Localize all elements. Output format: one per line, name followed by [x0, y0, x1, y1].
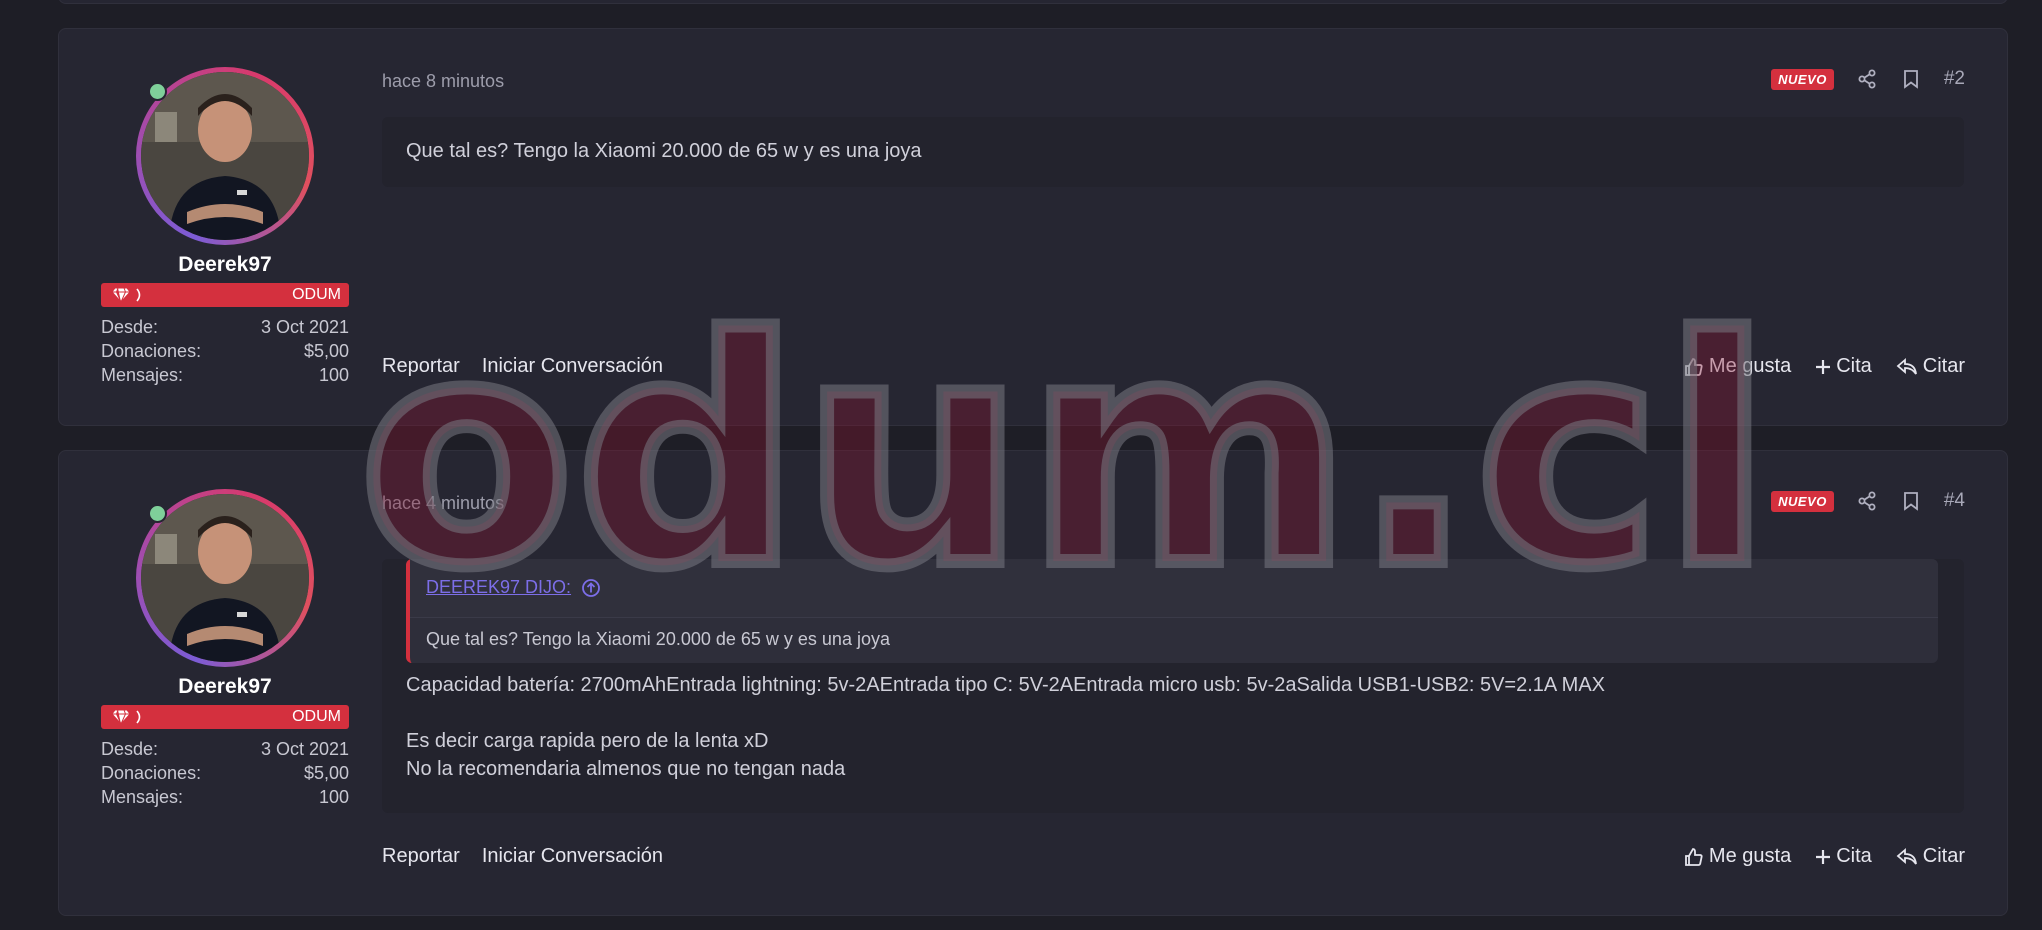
- stat-label: Mensajes:: [101, 787, 184, 807]
- stat-value: 3 Oct 2021: [260, 317, 349, 337]
- post-timestamp[interactable]: hace 8 minutos: [382, 71, 504, 92]
- quote-header: DEEREK97 DIJO:: [410, 559, 1938, 618]
- start-conversation-link[interactable]: Iniciar Conversación: [482, 845, 663, 868]
- share-icon[interactable]: [1856, 490, 1878, 512]
- user-stats: Desde: 3 Oct 2021 Donaciones: $5,00 Mens…: [101, 315, 349, 387]
- diamond-icon: [101, 283, 153, 307]
- quote-text: Que tal es? Tengo la Xiaomi 20.000 de 65…: [426, 629, 890, 649]
- like-button[interactable]: Me gusta: [1684, 845, 1791, 868]
- start-conversation-link[interactable]: Iniciar Conversación: [482, 355, 663, 378]
- forum-post: Deerek97 ODUM Desde: 3 Oct 2021 Donacion…: [58, 450, 2008, 916]
- post-actions-right: Me gusta Cita Citar: [1684, 845, 1965, 868]
- share-icon[interactable]: [1856, 68, 1878, 90]
- quote-button[interactable]: Citar: [1896, 355, 1965, 378]
- plus-icon: [1816, 359, 1831, 374]
- stat-label: Desde:: [101, 317, 159, 337]
- user-stats: Desde: 3 Oct 2021 Donaciones: $5,00 Mens…: [101, 737, 349, 809]
- report-link[interactable]: Reportar: [382, 845, 460, 868]
- bookmark-icon[interactable]: [1900, 490, 1922, 512]
- quote-button[interactable]: Citar: [1896, 845, 1965, 868]
- forum-post: Deerek97 ODUM Desde: 3 Oct 2021 Donacion…: [58, 28, 2008, 426]
- avatar-photo: [141, 494, 309, 662]
- stat-row: Mensajes: 100: [101, 785, 349, 809]
- post-text: Que tal es? Tengo la Xiaomi 20.000 de 65…: [406, 140, 922, 162]
- post-text-line: No la recomendaria almenos que no tengan…: [406, 758, 846, 780]
- quote-author-label: DEEREK97 DIJO:: [426, 577, 572, 597]
- diamond-icon: [101, 705, 153, 729]
- quote-author-link[interactable]: DEEREK97 DIJO:: [426, 577, 601, 598]
- username[interactable]: Deerek97: [101, 675, 349, 699]
- quote-label: Citar: [1922, 845, 1965, 867]
- reply-icon: [1896, 357, 1917, 375]
- like-label: Me gusta: [1708, 845, 1792, 867]
- previous-post-edge: [58, 0, 2008, 4]
- quote-block: DEEREK97 DIJO: Que tal es? Tengo la Xiao…: [406, 559, 1938, 663]
- post-text-line: Es decir carga rapida pero de la lenta x…: [406, 730, 769, 752]
- stat-value: 100: [318, 365, 349, 385]
- report-link[interactable]: Reportar: [382, 355, 460, 378]
- stat-label: Desde:: [101, 739, 159, 759]
- new-badge: NUEVO: [1771, 490, 1834, 512]
- plus-icon: [1816, 849, 1831, 864]
- post-timestamp[interactable]: hace 4 minutos: [382, 493, 504, 514]
- user-rank-label: ODUM: [292, 286, 341, 303]
- post-actions-right: Me gusta Cita Citar: [1684, 355, 1965, 378]
- stat-value: $5,00: [303, 341, 349, 361]
- stat-row: Desde: 3 Oct 2021: [101, 737, 349, 761]
- post-body: DEEREK97 DIJO: Que tal es? Tengo la Xiao…: [382, 559, 1964, 813]
- online-status-indicator: [148, 504, 167, 523]
- avatar-photo: [141, 72, 309, 240]
- user-rank-label: ODUM: [292, 708, 341, 725]
- stat-value: 3 Oct 2021: [260, 739, 349, 759]
- like-button[interactable]: Me gusta: [1684, 355, 1791, 378]
- stat-label: Donaciones:: [101, 341, 202, 361]
- like-label: Me gusta: [1708, 355, 1792, 377]
- stat-row: Donaciones: $5,00: [101, 761, 349, 785]
- post-number-link[interactable]: #2: [1944, 68, 1965, 90]
- stat-row: Mensajes: 100: [101, 363, 349, 387]
- online-status-indicator: [148, 82, 167, 101]
- stat-row: Donaciones: $5,00: [101, 339, 349, 363]
- post-text-line: Capacidad batería: 2700mAhEntrada lightn…: [406, 674, 1606, 696]
- multi-quote-button[interactable]: Cita: [1815, 845, 1872, 868]
- user-rank-banner: ODUM: [101, 705, 349, 729]
- multi-quote-button[interactable]: Cita: [1815, 355, 1872, 378]
- post-tools: NUEVO #4: [1771, 490, 1965, 512]
- bookmark-icon[interactable]: [1900, 68, 1922, 90]
- thumbs-up-icon: [1685, 357, 1703, 376]
- multi-quote-label: Cita: [1836, 845, 1872, 867]
- post-actions-left: Reportar Iniciar Conversación: [382, 845, 663, 868]
- post-body: Que tal es? Tengo la Xiaomi 20.000 de 65…: [382, 117, 1964, 187]
- arrow-up-circle-icon: [582, 578, 600, 597]
- post-number-link[interactable]: #4: [1944, 490, 1965, 512]
- stat-value: 100: [318, 787, 349, 807]
- stat-value: $5,00: [303, 763, 349, 783]
- stat-row: Desde: 3 Oct 2021: [101, 315, 349, 339]
- quote-label: Citar: [1922, 355, 1965, 377]
- new-badge: NUEVO: [1771, 68, 1834, 90]
- user-rank-banner: ODUM: [101, 283, 349, 307]
- username[interactable]: Deerek97: [101, 253, 349, 277]
- multi-quote-label: Cita: [1836, 355, 1872, 377]
- post-actions-left: Reportar Iniciar Conversación: [382, 355, 663, 378]
- post-tools: NUEVO #2: [1771, 68, 1965, 90]
- stat-label: Donaciones:: [101, 763, 202, 783]
- reply-icon: [1896, 847, 1917, 865]
- stat-label: Mensajes:: [101, 365, 184, 385]
- thumbs-up-icon: [1685, 847, 1703, 866]
